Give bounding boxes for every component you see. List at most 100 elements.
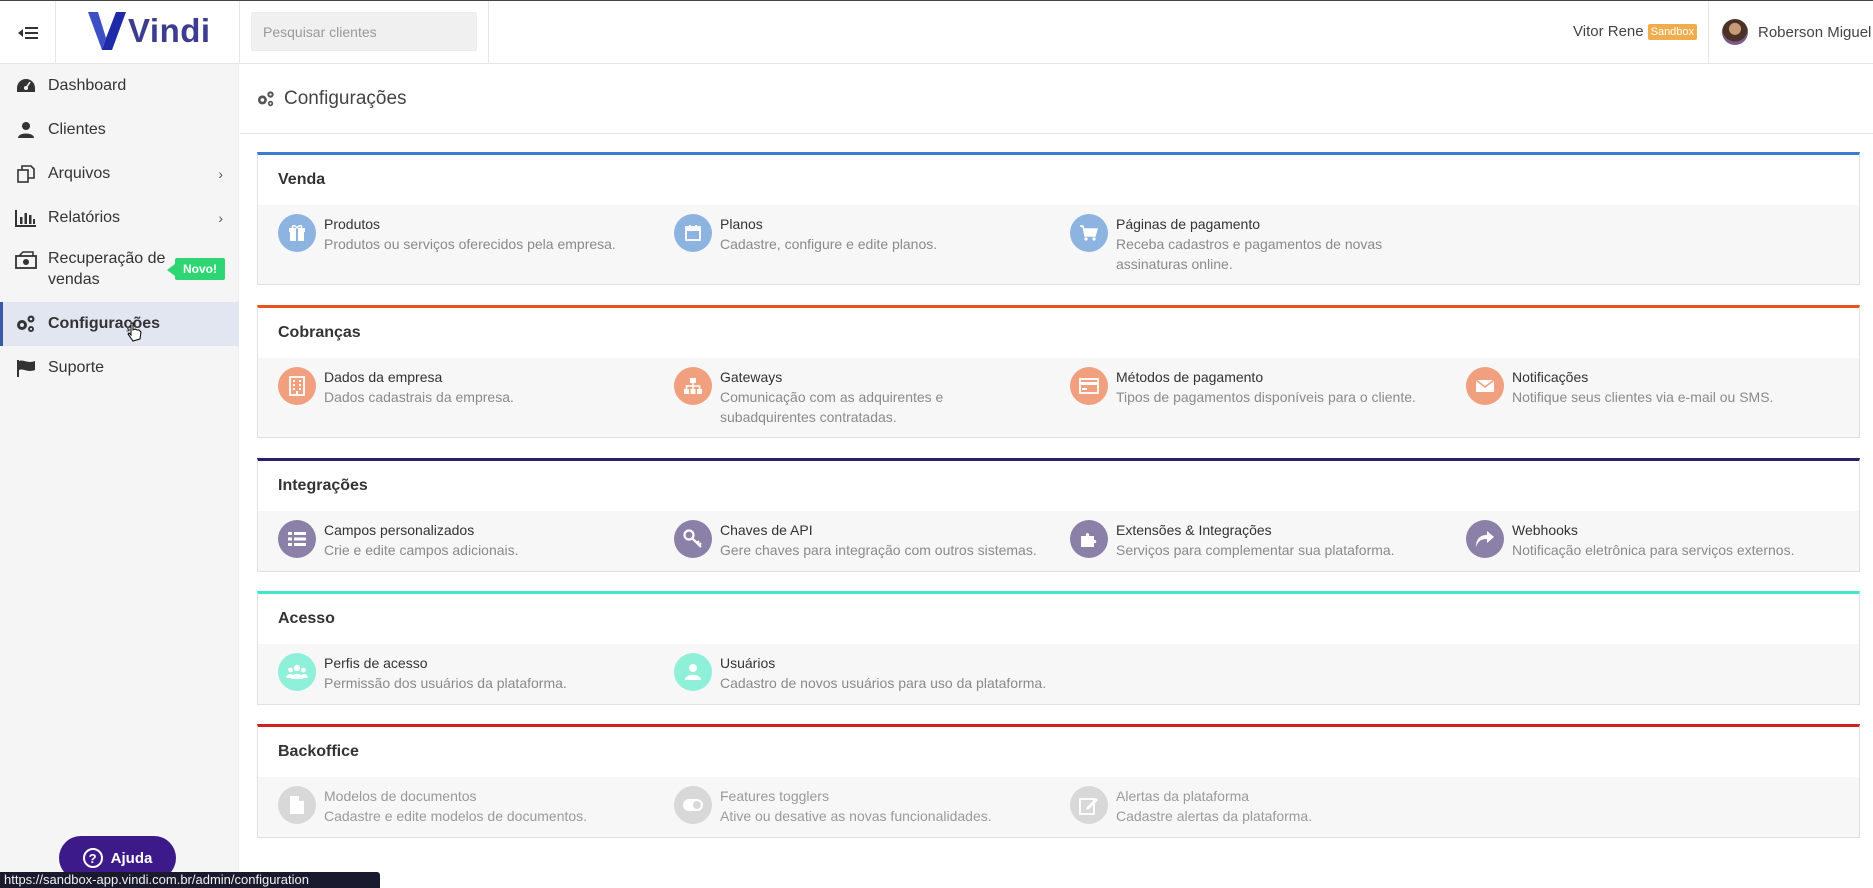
card-title: Alertas da plataforma xyxy=(1116,788,1250,804)
vindi-logo-icon xyxy=(88,12,126,50)
vindi-logo[interactable]: Vindi xyxy=(86,7,211,55)
card-webhooks[interactable]: Webhooks Notificação eletrônica para ser… xyxy=(1466,520,1856,560)
card-description: Produtos ou serviços oferecidos pela emp… xyxy=(324,236,616,252)
section-body: Perfis de acesso Permissão dos usuários … xyxy=(258,644,1859,704)
sidebar-item-suporte[interactable]: Suporte xyxy=(0,346,239,390)
card-description: Cadastro de novos usuários para uso da p… xyxy=(720,675,1047,691)
dashboard-icon xyxy=(14,76,38,96)
sandbox-badge: Sandbox xyxy=(1647,23,1698,40)
card-description: Comunicação com as adquirentes e subadqu… xyxy=(720,389,944,425)
card-title: Campos personalizados xyxy=(324,522,475,538)
card-description: Ative ou desative as novas funcionalidad… xyxy=(720,808,992,824)
flag-icon xyxy=(14,358,38,378)
card-title: Produtos xyxy=(324,216,381,232)
card-description: Permissão dos usuários da plataforma. xyxy=(324,675,567,691)
sidebar-item-label: Configurações xyxy=(48,315,161,332)
section-venda: Venda Produtos Produtos ou serviços ofer… xyxy=(257,152,1860,285)
section-body: Dados da empresa Dados cadastrais da emp… xyxy=(258,358,1859,437)
user-icon xyxy=(14,120,38,140)
card-perfis-acesso[interactable]: Perfis de acesso Permissão dos usuários … xyxy=(278,653,668,693)
sidebar-item-label: Dashboard xyxy=(48,77,127,94)
gears-icon xyxy=(256,90,276,108)
files-icon xyxy=(14,164,38,184)
sidebar-toggle-button[interactable] xyxy=(0,1,56,64)
account-switcher[interactable]: Vitor Rene Sandbox xyxy=(1573,23,1698,40)
card-dados-empresa[interactable]: Dados da empresa Dados cadastrais da emp… xyxy=(278,367,668,407)
card-modelos-documentos[interactable]: Modelos de documentos Cadastre e edite m… xyxy=(278,786,668,826)
card-campos-personalizados[interactable]: Campos personalizados Crie e edite campo… xyxy=(278,520,668,560)
edit-icon xyxy=(1070,786,1108,824)
user-name: Roberson Miguel xyxy=(1758,23,1872,41)
card-description: Receba cadastros e pagamentos de novas a… xyxy=(1116,236,1383,272)
sidebar-item-recuperacao[interactable]: Recuperação de vendas Novo! xyxy=(0,240,239,302)
card-description: Notificação eletrônica para serviços ext… xyxy=(1512,542,1795,558)
chevron-right-icon: › xyxy=(218,210,223,226)
cart-icon xyxy=(1070,214,1108,252)
section-title: Acesso xyxy=(278,610,335,627)
sitemap-icon xyxy=(674,367,712,405)
search-input[interactable] xyxy=(251,12,477,51)
card-title: Perfis de acesso xyxy=(324,655,428,671)
top-header: Vindi Vitor Rene Sandbox Roberson Miguel xyxy=(0,0,1873,64)
envelope-icon xyxy=(1466,367,1504,405)
bar-chart-icon xyxy=(14,208,38,228)
calendar-icon xyxy=(674,214,712,252)
card-title: Webhooks xyxy=(1512,522,1578,538)
money-icon xyxy=(14,250,38,270)
card-metodos-pagamento[interactable]: Métodos de pagamento Tipos de pagamentos… xyxy=(1070,367,1460,407)
card-title: Métodos de pagamento xyxy=(1116,369,1264,385)
page-header: Configurações xyxy=(240,64,1873,134)
sidebar-item-dashboard[interactable]: Dashboard xyxy=(0,64,239,108)
gift-icon xyxy=(278,214,316,252)
card-description: Gere chaves para integração com outros s… xyxy=(720,542,1037,558)
card-chaves-api[interactable]: Chaves de API Gere chaves para integraçã… xyxy=(674,520,1064,560)
sidebar-item-arquivos[interactable]: Arquivos › xyxy=(0,152,239,196)
card-notificacoes[interactable]: Notificações Notifique seus clientes via… xyxy=(1466,367,1856,407)
header-divider xyxy=(488,1,489,64)
sidebar: Dashboard Clientes Arquivos › Relatórios… xyxy=(0,64,239,888)
card-description: Notifique seus clientes via e-mail ou SM… xyxy=(1512,389,1774,405)
card-planos[interactable]: Planos Cadastre, configure e edite plano… xyxy=(674,214,1064,254)
card-alertas-plataforma[interactable]: Alertas da plataforma Cadastre alertas d… xyxy=(1070,786,1460,826)
sidebar-item-clientes[interactable]: Clientes xyxy=(0,108,239,152)
section-body: Modelos de documentos Cadastre e edite m… xyxy=(258,777,1859,837)
header-divider xyxy=(1708,1,1709,64)
share-icon xyxy=(1466,520,1504,558)
gears-icon xyxy=(14,314,38,334)
sidebar-item-configuracoes[interactable]: Configurações xyxy=(0,302,239,346)
card-paginas-pagamento[interactable]: Páginas de pagamento Receba cadastros e … xyxy=(1070,214,1400,274)
card-gateways[interactable]: Gateways Comunicação com as adquirentes … xyxy=(674,367,1014,427)
page-title: Configurações xyxy=(284,87,407,109)
card-features-togglers[interactable]: Features togglers Ative ou desative as n… xyxy=(674,786,1064,826)
card-description: Cadastre, configure e edite planos. xyxy=(720,236,938,252)
section-title: Integrações xyxy=(278,477,368,494)
card-title: Gateways xyxy=(720,369,783,385)
card-description: Crie e edite campos adicionais. xyxy=(324,542,519,558)
sidebar-item-relatorios[interactable]: Relatórios › xyxy=(0,196,239,240)
building-icon xyxy=(278,367,316,405)
credit-card-icon xyxy=(1070,367,1108,405)
sidebar-item-label: Recuperação de vendas xyxy=(48,250,166,288)
section-acesso: Acesso Perfis de acesso Permissão dos us… xyxy=(257,591,1860,705)
section-integracoes: Integrações Campos personalizados Crie e… xyxy=(257,458,1860,572)
section-backoffice: Backoffice Modelos de documentos Cadastr… xyxy=(257,724,1860,838)
card-description: Cadastre e edite modelos de documentos. xyxy=(324,808,588,824)
key-icon xyxy=(674,520,712,558)
collapse-menu-icon xyxy=(17,26,38,39)
section-title: Venda xyxy=(278,171,326,188)
list-icon xyxy=(278,520,316,558)
section-body: Produtos Produtos ou serviços oferecidos… xyxy=(258,205,1859,284)
hand-cursor-icon xyxy=(127,322,142,342)
section-title: Backoffice xyxy=(278,743,359,760)
card-description: Tipos de pagamentos disponíveis para o c… xyxy=(1116,389,1416,405)
card-usuarios[interactable]: Usuários Cadastro de novos usuários para… xyxy=(674,653,1064,693)
status-bar-url: https://sandbox-app.vindi.com.br/admin/c… xyxy=(0,872,380,888)
section-body: Campos personalizados Crie e edite campo… xyxy=(258,511,1859,571)
card-produtos[interactable]: Produtos Produtos ou serviços oferecidos… xyxy=(278,214,668,254)
user-menu[interactable]: Roberson Miguel xyxy=(1722,19,1871,45)
sidebar-item-label: Arquivos xyxy=(48,165,111,182)
card-title: Páginas de pagamento xyxy=(1116,216,1260,232)
card-title: Modelos de documentos xyxy=(324,788,477,804)
puzzle-icon xyxy=(1070,520,1108,558)
card-extensoes-integracoes[interactable]: Extensões & Integrações Serviços para co… xyxy=(1070,520,1460,560)
